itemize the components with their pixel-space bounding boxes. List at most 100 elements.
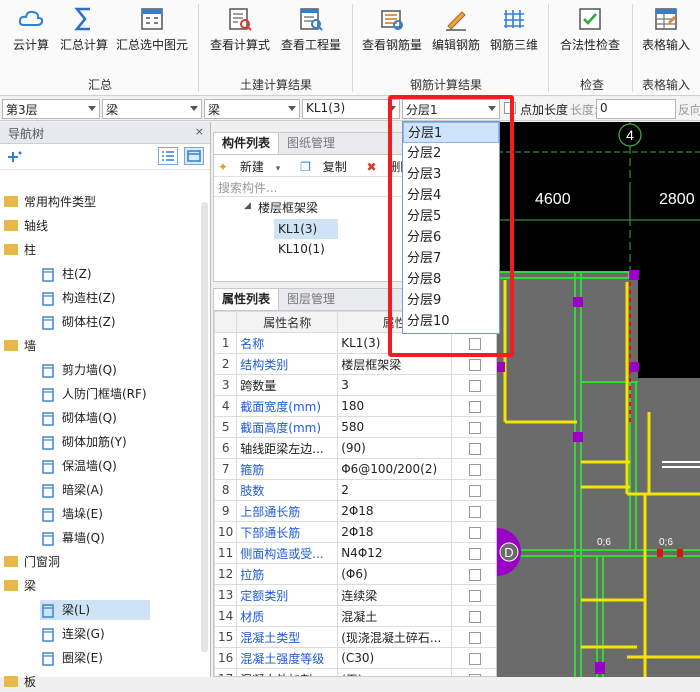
tree-item[interactable]: 砌体柱(Z) <box>40 312 116 332</box>
property-checkbox[interactable] <box>468 673 481 676</box>
property-checkbox-cell[interactable] <box>451 458 496 480</box>
tree-item[interactable]: 连梁(G) <box>40 624 105 644</box>
property-checkbox[interactable] <box>468 631 481 644</box>
cloud-calc-button[interactable]: 云计算 <box>8 6 54 53</box>
component-item-kl1[interactable]: KL1(3) <box>274 219 338 239</box>
property-checkbox[interactable] <box>468 358 481 371</box>
property-checkbox-cell[interactable] <box>451 626 496 648</box>
table-input-button[interactable]: 表格输入 <box>638 6 694 53</box>
property-checkbox[interactable] <box>468 337 481 350</box>
property-checkbox[interactable] <box>468 568 481 581</box>
property-checkbox-cell[interactable] <box>451 542 496 564</box>
layer-option[interactable]: 分层8 <box>403 269 499 290</box>
property-checkbox[interactable] <box>468 652 481 665</box>
property-value[interactable]: 3 <box>337 374 453 396</box>
tree-item[interactable]: 幕墙(Q) <box>40 528 105 548</box>
property-checkbox-cell[interactable] <box>451 500 496 522</box>
tree-folder[interactable]: 轴线 <box>4 216 48 236</box>
summary-calc-button[interactable]: 汇总计算 <box>58 6 110 53</box>
property-checkbox-cell[interactable] <box>451 605 496 627</box>
tree-item[interactable]: 人防门框墙(RF) <box>40 384 147 404</box>
view-rebar-button[interactable]: 查看钢筋量 <box>360 6 424 53</box>
property-value[interactable]: 连续梁 <box>337 584 453 606</box>
layer-option[interactable]: 分层6 <box>403 227 499 248</box>
property-row[interactable]: 6 轴线距梁左边... (90) <box>214 437 496 459</box>
validity-check-button[interactable]: 合法性检查 <box>556 6 624 53</box>
property-checkbox[interactable] <box>468 421 481 434</box>
property-value[interactable]: 180 <box>337 395 453 417</box>
tab-drawing-management[interactable]: 图纸管理 <box>279 133 343 154</box>
tree-item[interactable]: 圈梁(E) <box>40 648 103 668</box>
length-input[interactable]: 0 <box>596 99 676 119</box>
property-value[interactable]: 混凝土 <box>337 605 453 627</box>
layer-option[interactable]: 分层9 <box>403 290 499 311</box>
tab-layer-management[interactable]: 图层管理 <box>279 289 343 310</box>
property-checkbox[interactable] <box>468 547 481 560</box>
property-checkbox-cell[interactable] <box>451 332 496 354</box>
property-checkbox-cell[interactable] <box>451 668 496 676</box>
property-value[interactable]: (现浇混凝土碎石... <box>337 626 453 648</box>
view-formula-button[interactable]: 查看计算式 <box>207 6 273 53</box>
property-checkbox-cell[interactable] <box>451 374 496 396</box>
property-row[interactable]: 16 混凝土强度等级 (C30) <box>214 647 496 669</box>
copy-button[interactable]: ❐ 复制 <box>300 160 355 174</box>
tree-item[interactable]: 柱(Z) <box>40 264 92 284</box>
property-row[interactable]: 5 截面高度(mm) 580 <box>214 416 496 438</box>
property-checkbox[interactable] <box>468 442 481 455</box>
property-checkbox-cell[interactable] <box>451 416 496 438</box>
list-view-icon[interactable] <box>158 147 178 165</box>
property-value[interactable]: 2 <box>337 479 453 501</box>
grid-view-icon[interactable] <box>184 147 204 165</box>
property-checkbox[interactable] <box>468 505 481 518</box>
edit-rebar-button[interactable]: 编辑钢筋 <box>430 6 482 53</box>
property-checkbox[interactable] <box>468 379 481 392</box>
property-value[interactable]: 2Φ18 <box>337 500 453 522</box>
property-value[interactable]: (90) <box>337 437 453 459</box>
property-checkbox-cell[interactable] <box>451 353 496 375</box>
tree-folder[interactable]: 板 <box>4 672 36 692</box>
component-item-kl10[interactable]: KL10(1) <box>278 242 325 256</box>
property-checkbox-cell[interactable] <box>451 437 496 459</box>
layer-option[interactable]: 分层4 <box>403 185 499 206</box>
property-checkbox[interactable] <box>468 589 481 602</box>
category-select[interactable]: 梁 <box>102 99 202 119</box>
property-row[interactable]: 3 跨数量 3 <box>214 374 496 396</box>
new-button[interactable]: ✦ 新建 ▾ <box>218 160 288 174</box>
property-checkbox-cell[interactable] <box>451 584 496 606</box>
property-row[interactable]: 13 定额类别 连续梁 <box>214 584 496 606</box>
property-row[interactable]: 11 侧面构造或受... N4Φ12 <box>214 542 496 564</box>
property-value[interactable]: Φ6@100/200(2) <box>337 458 453 480</box>
tree-item[interactable]: 保温墙(Q) <box>40 456 117 476</box>
tree-item[interactable]: 梁(L) <box>40 600 150 620</box>
add-sparkle-icon[interactable] <box>8 151 22 163</box>
tree-folder[interactable]: 墙 <box>4 336 36 356</box>
property-value[interactable]: 2Φ18 <box>337 521 453 543</box>
tree-item[interactable]: 构造柱(Z) <box>40 288 116 308</box>
summary-selected-button[interactable]: 汇总选中图元 <box>114 6 190 53</box>
property-checkbox[interactable] <box>468 526 481 539</box>
layer-option[interactable]: 分层2 <box>403 143 499 164</box>
component-select[interactable]: KL1(3) <box>302 99 400 119</box>
offset-checkbox[interactable] <box>504 102 516 114</box>
property-row[interactable]: 9 上部通长筋 2Φ18 <box>214 500 496 522</box>
property-checkbox-cell[interactable] <box>451 647 496 669</box>
component-group[interactable]: 楼层框架梁 <box>258 199 318 216</box>
property-row[interactable]: 2 结构类别 楼层框架梁 <box>214 353 496 375</box>
expand-triangle-icon[interactable]: ◢ <box>244 201 251 211</box>
property-checkbox[interactable] <box>468 463 481 476</box>
property-row[interactable]: 12 拉筋 (Φ6) <box>214 563 496 585</box>
property-row[interactable]: 7 箍筋 Φ6@100/200(2) <box>214 458 496 480</box>
drawing-canvas[interactable]: 4 4600 2800 D 0;6 0;6 <box>497 122 700 677</box>
property-value[interactable]: (Φ6) <box>337 563 453 585</box>
property-row[interactable]: 8 肢数 2 <box>214 479 496 501</box>
property-value[interactable]: N4Φ12 <box>337 542 453 564</box>
property-row[interactable]: 4 截面宽度(mm) 180 <box>214 395 496 417</box>
layer-option[interactable]: 分层3 <box>403 164 499 185</box>
tree-item[interactable]: 剪力墙(Q) <box>40 360 117 380</box>
property-checkbox-cell[interactable] <box>451 563 496 585</box>
property-value[interactable]: 楼层框架梁 <box>337 353 453 375</box>
property-checkbox-cell[interactable] <box>451 479 496 501</box>
tab-property-list[interactable]: 属性列表 <box>214 289 280 310</box>
property-row[interactable]: 14 材质 混凝土 <box>214 605 496 627</box>
property-checkbox[interactable] <box>468 610 481 623</box>
